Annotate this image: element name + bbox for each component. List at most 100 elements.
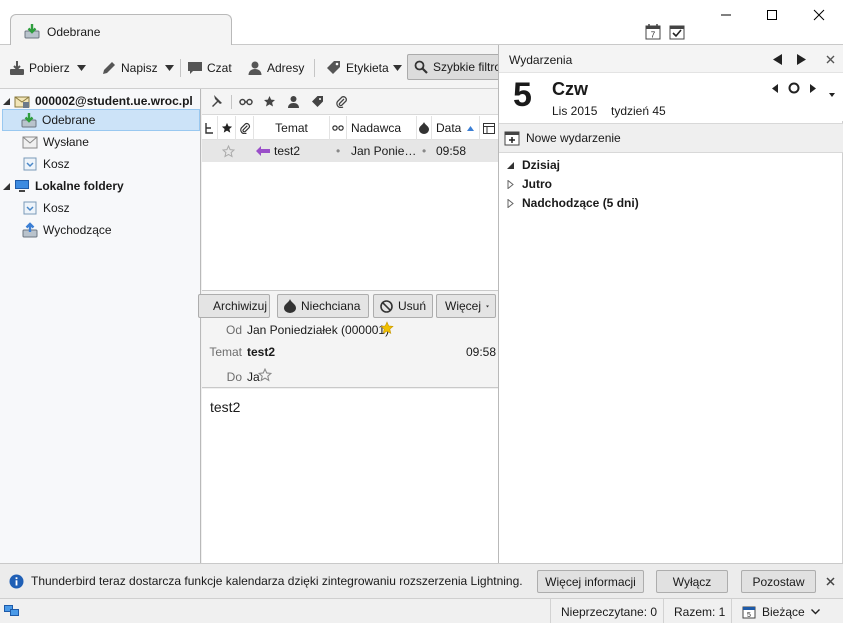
read-column-icon[interactable]: [330, 116, 347, 140]
delete-button[interactable]: Usuń: [373, 294, 433, 318]
today-pane-toggle[interactable]: 5 Bieżące: [731, 599, 843, 623]
replied-arrow-icon: [256, 140, 270, 162]
collapse-triangle-icon: [2, 96, 12, 106]
expanded-triangle-icon: [507, 161, 514, 169]
subject-value: test2: [247, 345, 276, 359]
quick-filter-label: Szybkie filtro: [433, 60, 502, 74]
sent-icon: [22, 134, 38, 150]
tasks-tab-icon[interactable]: [668, 23, 686, 41]
message-body[interactable]: test2: [202, 389, 498, 563]
archive-button[interactable]: Archiwizuj: [198, 294, 270, 318]
next-view-icon[interactable]: [797, 54, 806, 65]
column-picker-icon[interactable]: [480, 116, 498, 140]
month-year: Lis 2015: [552, 104, 598, 118]
new-event-label: Nowe wydarzenie: [526, 131, 621, 145]
today-pane: Wydarzenia 5 Czw Lis 2015 tydzień 45 Now…: [498, 45, 843, 563]
agenda-today[interactable]: Dzisiaj: [506, 156, 560, 174]
write-button[interactable]: Napisz: [101, 57, 158, 79]
tag-filter-icon[interactable]: [311, 95, 324, 108]
pin-icon[interactable]: [209, 94, 223, 108]
message-sender: Jan Ponie…: [351, 144, 417, 158]
maximize-button[interactable]: [749, 0, 795, 30]
table-row[interactable]: test2 • Jan Ponie… • 09:58: [202, 140, 498, 162]
online-status-icon[interactable]: [4, 604, 20, 618]
new-event-button[interactable]: Nowe wydarzenie: [499, 123, 843, 153]
chat-button[interactable]: Czat: [187, 57, 232, 79]
disable-label: Wyłącz: [672, 574, 712, 589]
week-number: tydzień 45: [611, 104, 666, 118]
quick-filter-button[interactable]: Szybkie filtro: [407, 54, 507, 80]
local-folders-label: Lokalne foldery: [35, 179, 124, 193]
folder-outbox[interactable]: Wychodzące: [2, 219, 200, 241]
folder-sent[interactable]: Wysłane: [2, 131, 200, 153]
toolbar-divider: [180, 59, 181, 77]
main-toolbar: Pobierz Napisz Czat Adresy Etykieta Szyb…: [0, 45, 507, 89]
unread-filter-icon[interactable]: [239, 96, 253, 108]
disable-button[interactable]: Wyłącz: [656, 570, 728, 593]
get-mail-dropdown[interactable]: [77, 57, 86, 79]
thread-column-icon[interactable]: [202, 116, 218, 140]
unread-count-text: Nieprzeczytane: 0: [561, 604, 658, 619]
total-count-text: Razem: 1: [674, 604, 726, 619]
from-value[interactable]: Jan Poniedziałek (000001): [247, 323, 389, 337]
attachment-filter-icon[interactable]: [335, 95, 348, 108]
star-filled-icon[interactable]: [380, 321, 394, 335]
previous-day-icon[interactable]: [772, 84, 778, 93]
folder-inbox[interactable]: Odebrane: [2, 109, 200, 131]
sender-column-header[interactable]: Nadawca: [347, 116, 417, 140]
calendar-tab-icon[interactable]: 7: [644, 23, 662, 41]
close-window-button[interactable]: [796, 0, 842, 30]
column-headers: Temat Nadawca Data: [202, 116, 498, 140]
title-bar: Odebrane 7: [0, 0, 843, 46]
junk-column-icon[interactable]: [417, 116, 432, 140]
agenda-today-label: Dzisiaj: [522, 158, 561, 172]
folder-local-trash[interactable]: Kosz: [2, 197, 200, 219]
calendar-icon: 5: [742, 606, 756, 619]
close-icon[interactable]: [826, 577, 835, 586]
contact-filter-icon[interactable]: [287, 95, 300, 108]
subject-column-header[interactable]: Temat: [254, 116, 330, 140]
previous-view-icon[interactable]: [773, 54, 782, 65]
more-info-label: Więcej informacji: [545, 574, 636, 589]
tab-inbox[interactable]: Odebrane: [10, 14, 232, 46]
date-column-header[interactable]: Data: [432, 116, 480, 140]
address-book-button[interactable]: Adresy: [247, 57, 304, 79]
minimize-button[interactable]: [703, 0, 749, 30]
next-day-icon[interactable]: [810, 84, 816, 93]
inbox-icon: [21, 112, 37, 128]
chevron-down-icon[interactable]: [829, 93, 835, 97]
message-subject: test2: [274, 144, 301, 158]
get-mail-button[interactable]: Pobierz: [9, 57, 70, 79]
keep-button[interactable]: Pozostaw: [741, 570, 816, 593]
total-count: Razem: 1: [663, 599, 730, 623]
more-button[interactable]: Więcej: [436, 294, 496, 318]
agenda-upcoming[interactable]: Nadchodzące (5 dni): [506, 194, 639, 212]
folder-trash[interactable]: Kosz: [2, 153, 200, 175]
junk-dot-icon[interactable]: •: [422, 140, 426, 162]
close-icon[interactable]: [826, 55, 835, 64]
tag-button[interactable]: Etykieta: [326, 57, 402, 79]
star-empty-icon[interactable]: [258, 368, 272, 382]
chat-label: Czat: [207, 61, 232, 75]
delete-label: Usuń: [398, 299, 427, 313]
unread-count: Nieprzeczytane: 0: [550, 599, 659, 623]
attachment-column-icon[interactable]: [236, 116, 254, 140]
today-circle-icon[interactable]: [788, 82, 800, 94]
folder-pane: 000002@student.ue.wroc.pl Odebrane Wysła…: [0, 89, 201, 563]
agenda-tomorrow[interactable]: Jutro: [506, 175, 552, 193]
info-icon: [9, 574, 24, 589]
chevron-down-icon: [810, 608, 820, 614]
write-dropdown[interactable]: [165, 57, 174, 79]
folder-local-folders[interactable]: Lokalne foldery: [2, 175, 200, 197]
read-dot-icon[interactable]: •: [336, 140, 340, 162]
more-info-button[interactable]: Więcej informacji: [537, 570, 644, 593]
mini-day-header: 5 Czw Lis 2015 tydzień 45: [499, 73, 843, 121]
day-number: 5: [513, 76, 532, 114]
tag-icon: [326, 60, 342, 76]
junk-button[interactable]: Niechciana: [277, 294, 369, 318]
star-empty-icon[interactable]: [222, 140, 235, 162]
star-filter-icon[interactable]: [263, 95, 276, 108]
notification-bar: Thunderbird teraz dostarcza funkcje kale…: [0, 563, 843, 598]
starred-column-icon[interactable]: [218, 116, 236, 140]
local-folders-icon: [14, 178, 30, 194]
